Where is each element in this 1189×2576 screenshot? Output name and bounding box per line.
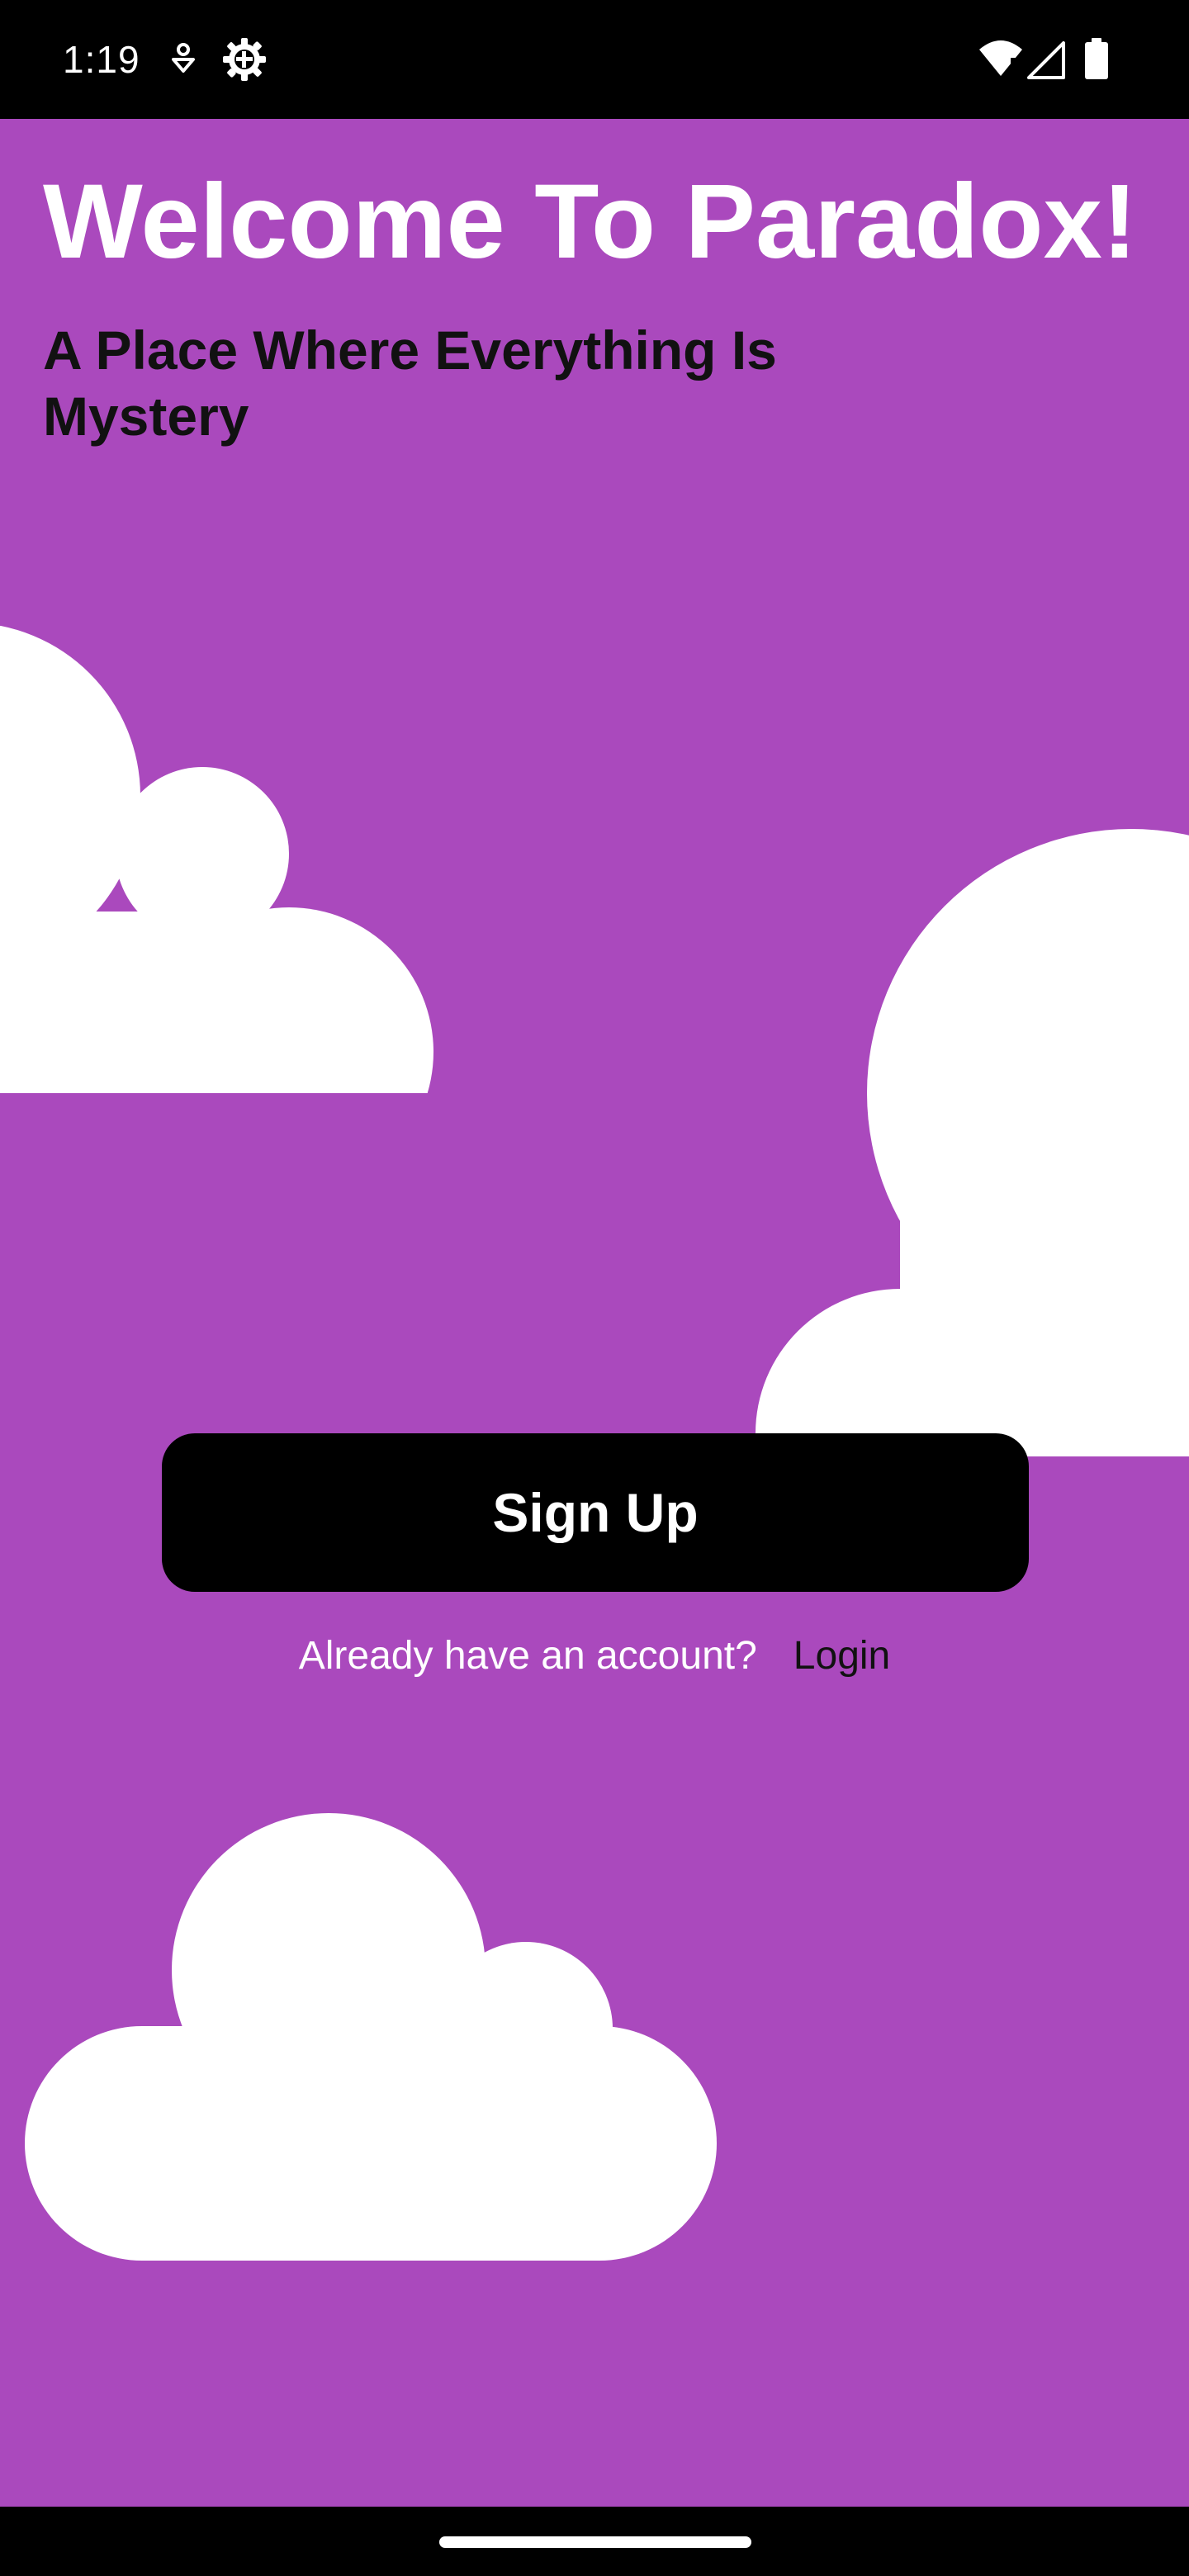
status-bar: 1:19	[0, 0, 1189, 119]
login-prompt-text: Already have an account?	[298, 1634, 757, 1678]
cloud-left-illustration	[0, 625, 433, 1093]
welcome-screen: Welcome To Paradox! A Place Where Everyt…	[0, 119, 1189, 2507]
battery-icon	[1085, 38, 1108, 79]
settings-gear-icon	[223, 38, 266, 81]
home-gesture-handle[interactable]	[439, 2536, 751, 2548]
notification-icon	[172, 43, 195, 73]
cloud-right-illustration	[756, 829, 1189, 1456]
sign-up-button[interactable]: Sign Up	[162, 1433, 1029, 1592]
navigation-bar	[0, 2507, 1189, 2576]
app-screen: 1:19 Welcome To Paradox! A Place Where E…	[0, 0, 1189, 2576]
page-title: Welcome To Paradox!	[43, 163, 1138, 281]
status-time: 1:19	[63, 38, 140, 81]
page-subtitle: A Place Where Everything Is Mystery	[43, 320, 777, 447]
cloud-bottom-illustration	[25, 1813, 717, 2261]
cell-signal-icon	[1027, 41, 1065, 79]
login-row: Already have an account? Login	[0, 1630, 1189, 1683]
wifi-icon	[979, 40, 1022, 76]
login-link[interactable]: Login	[793, 1634, 890, 1678]
